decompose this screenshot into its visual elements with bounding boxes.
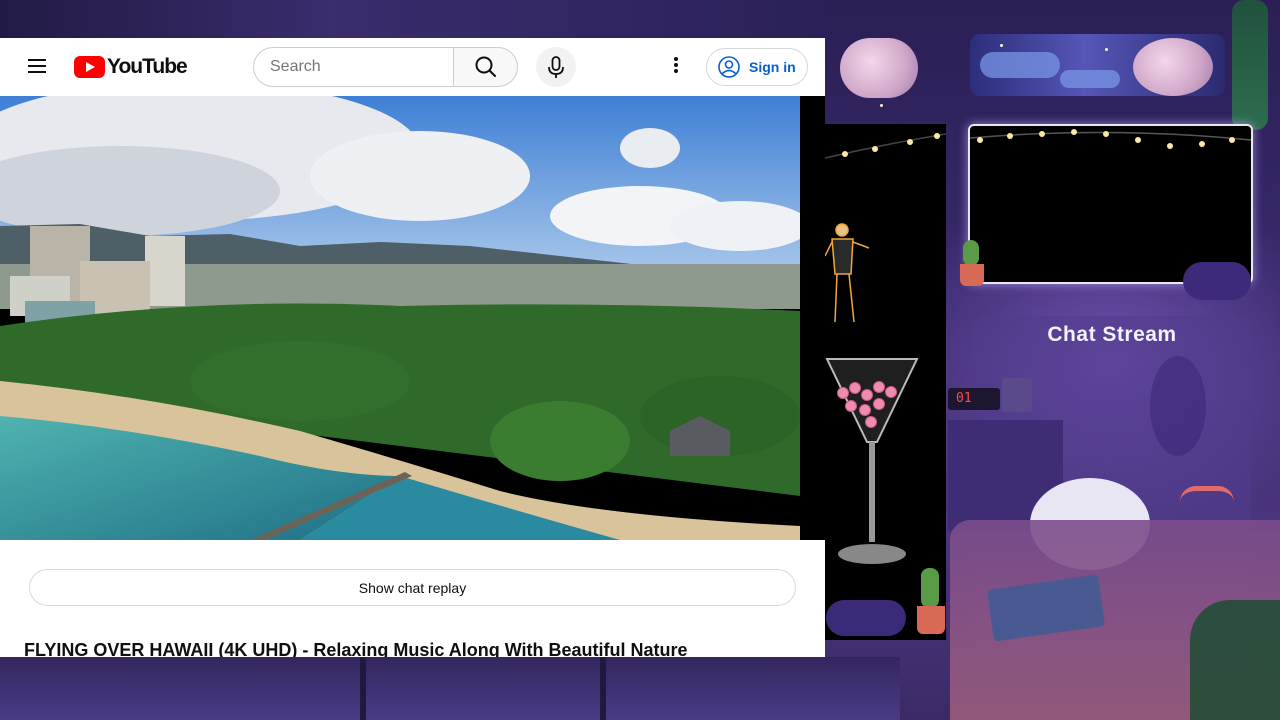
chat-stream-title: Chat Stream — [1047, 323, 1177, 346]
sign-in-button[interactable]: Sign in — [706, 48, 808, 86]
pink-candy-decoration — [837, 387, 849, 399]
window-frame-bar — [600, 657, 606, 720]
moon-decoration — [1133, 38, 1213, 96]
pink-candy-decoration — [861, 389, 873, 401]
star-decoration — [1000, 44, 1003, 47]
window-frame-bar — [360, 657, 366, 720]
pink-candy-decoration — [859, 404, 871, 416]
cloud-decoration — [980, 52, 1060, 78]
room-ceiling-strip — [0, 0, 825, 38]
sign-in-label: Sign in — [749, 59, 796, 75]
pink-candy-decoration — [845, 400, 857, 412]
account-circle-icon — [718, 56, 740, 78]
pink-candy-decoration — [865, 416, 877, 428]
moon-decoration — [840, 38, 918, 98]
pink-candy-decoration — [873, 398, 885, 410]
room-floor-strip — [0, 657, 900, 720]
mic-icon — [548, 56, 564, 78]
youtube-logo-text: YouTube — [107, 55, 188, 78]
search-input[interactable] — [253, 47, 454, 87]
video-side-bar — [800, 96, 825, 540]
animation-panel — [824, 124, 947, 640]
star-decoration — [880, 104, 883, 107]
cactus-decoration — [963, 240, 979, 266]
voice-search-button[interactable] — [536, 47, 576, 87]
pink-candy-decoration — [873, 381, 885, 393]
dancer-and-glass-illustration — [824, 133, 947, 564]
webcam-frame — [968, 124, 1253, 284]
more-vert-icon[interactable] — [664, 55, 688, 79]
alarm-clock-decoration: 01 — [948, 388, 1000, 410]
flower-pot-decoration — [960, 264, 984, 286]
youtube-window: YouTube Sign in — [0, 38, 825, 657]
vinyl-record-decoration — [1150, 356, 1206, 456]
video-title: FLYING OVER HAWAII (4K UHD) - Relaxing M… — [24, 640, 688, 657]
youtube-logo-icon — [74, 56, 105, 78]
mug-decoration — [1002, 378, 1032, 412]
menu-icon[interactable] — [22, 55, 52, 79]
sleeping-cat-decoration — [826, 600, 906, 636]
search-button[interactable] — [453, 47, 518, 87]
flower-pot-decoration — [917, 606, 945, 634]
rainbow-sticker-decoration — [1180, 486, 1234, 502]
show-chat-replay-button[interactable]: Show chat replay — [29, 569, 796, 606]
pink-candy-decoration — [885, 386, 897, 398]
youtube-header: YouTube Sign in — [0, 38, 825, 96]
video-player[interactable] — [0, 96, 800, 540]
string-lights-decoration — [969, 129, 1252, 149]
cloud-decoration — [1060, 70, 1120, 88]
youtube-logo[interactable]: YouTube — [74, 55, 188, 79]
star-decoration — [1105, 48, 1108, 51]
hanging-plant-decoration — [1232, 0, 1268, 130]
video-frame-landscape — [0, 96, 800, 540]
sleeping-cat-decoration — [1183, 262, 1251, 300]
search-icon — [475, 56, 496, 77]
pink-candy-decoration — [849, 382, 861, 394]
floor-plant-decoration — [1190, 600, 1280, 720]
cactus-decoration — [921, 568, 939, 608]
